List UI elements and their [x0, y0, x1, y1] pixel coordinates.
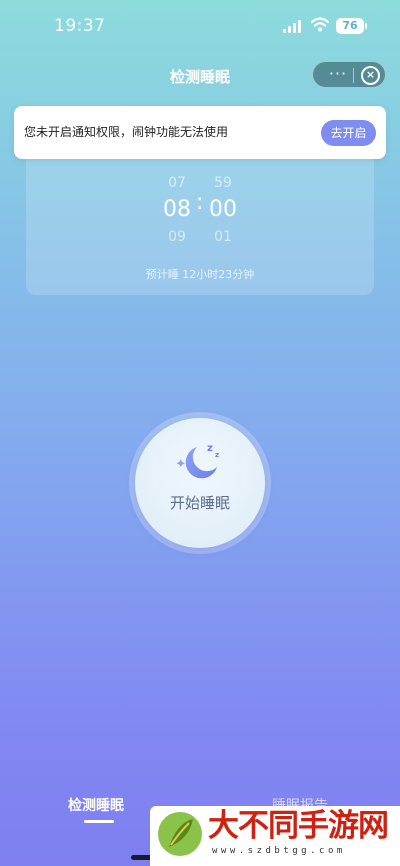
hour-next: 09 [168, 229, 186, 245]
hour-column[interactable]: 07 08 09 [152, 173, 202, 247]
status-bar: 19:37 76 [0, 0, 400, 52]
hour-prev: 07 [168, 175, 186, 191]
banner-message: 您未开启通知权限，闹钟功能无法使用 [24, 125, 229, 139]
svg-text:z: z [215, 451, 219, 459]
wifi-icon [311, 17, 329, 32]
battery-icon: 76 [336, 18, 367, 34]
minute-prev: 59 [214, 175, 232, 191]
tab-detect-sleep[interactable]: 检测睡眠 [68, 795, 124, 815]
more-icon[interactable]: ··· [325, 62, 351, 89]
svg-text:z: z [207, 443, 213, 454]
cellular-signal-icon [283, 20, 305, 33]
sleep-duration-estimate: 预计睡 12小时23分钟 [145, 268, 255, 281]
enable-notification-button[interactable]: 去开启 [321, 120, 376, 146]
status-time: 19:37 [54, 16, 106, 36]
leaf-logo-icon [158, 812, 202, 856]
capsule-divider [353, 68, 354, 83]
minute-selected: 00 [209, 197, 237, 222]
watermark-text: 大不同手游网 [208, 808, 389, 844]
close-icon[interactable]: × [361, 66, 380, 85]
mini-program-capsule: ··· × [312, 61, 386, 88]
minute-next: 01 [214, 229, 232, 245]
hour-selected: 08 [163, 197, 191, 222]
watermark-url: www.szdbtgg.com [212, 846, 346, 856]
moon-sleep-icon: z z [176, 443, 219, 479]
active-tab-indicator [84, 820, 114, 823]
minute-column[interactable]: 59 00 01 [198, 173, 248, 247]
start-sleep-label: 开始睡眠 [169, 494, 230, 512]
start-sleep-button[interactable] [135, 418, 265, 548]
